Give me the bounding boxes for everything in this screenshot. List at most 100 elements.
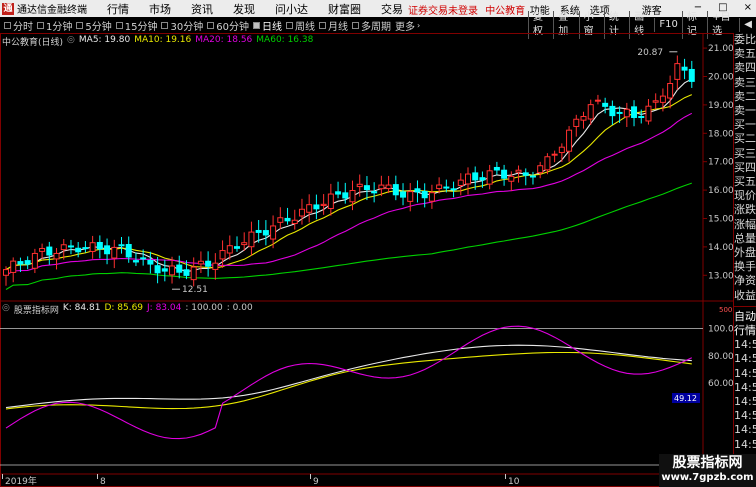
- side-tab[interactable]: 行情: [734, 324, 756, 338]
- period-label: 更多: [394, 21, 415, 33]
- tick-time: 14:50: [734, 338, 756, 352]
- candle-body: [111, 246, 118, 259]
- period-more[interactable]: 更多 ›: [395, 18, 420, 33]
- collapse-button[interactable]: ◀: [739, 18, 756, 32]
- period-weekly[interactable]: 周线: [285, 18, 315, 33]
- tick-time: 14:50: [734, 395, 756, 409]
- f10-button[interactable]: F10: [654, 18, 681, 32]
- candle-body: [378, 184, 385, 190]
- candle-body: [573, 118, 580, 127]
- tick-time: 14:50: [734, 437, 756, 451]
- candle-body: [594, 99, 601, 102]
- price-panel-header: 中公教育(日线) ◎ MA5: 19.80 MA10: 19.16 MA20: …: [2, 35, 313, 48]
- period-daily[interactable]: 日线: [252, 18, 282, 33]
- settings-icon[interactable]: ◎: [2, 303, 10, 316]
- menu-quotes[interactable]: 行情: [107, 1, 129, 17]
- candle-body: [39, 247, 46, 252]
- side-label: 净资: [734, 274, 756, 288]
- candle-body: [342, 192, 349, 199]
- candle-body: [537, 165, 544, 174]
- candle-body: [674, 63, 681, 80]
- candle-body: [616, 111, 623, 114]
- candle-body: [60, 244, 67, 251]
- candle-body: [551, 153, 558, 156]
- side-tab[interactable]: 自动: [734, 310, 756, 324]
- kline-chart[interactable]: 21.00 20.00 19.00 18.00 17.00 16.00 15.00 14.00…: [0, 33, 734, 487]
- candle-body: [479, 177, 486, 181]
- side-label: 卖五: [734, 47, 756, 61]
- candlesticks: [3, 55, 695, 287]
- side-label: 买三: [734, 146, 756, 160]
- candle-body: [183, 269, 190, 276]
- period-monthly[interactable]: 月线: [318, 18, 348, 33]
- watermark-logo: 股票指标网 www.7gpzb.com: [659, 454, 756, 487]
- d-line: [5, 351, 692, 410]
- stock-label[interactable]: 中公教育(日线): [2, 35, 63, 48]
- side-label: 收益: [734, 288, 756, 302]
- side-label: 卖三: [734, 75, 756, 89]
- candle-body: [226, 245, 233, 254]
- candle-body: [652, 100, 659, 103]
- candle-body: [17, 261, 24, 265]
- side-label: 外盘: [734, 246, 756, 260]
- candle-body: [53, 252, 60, 260]
- order-book-labels: 委比 卖五 卖四 卖三 卖二 卖一 买一 买二 买三 买四 买五 现价 涨跌 涨幅 总量 外盘 换手 净资 收益: [734, 33, 756, 303]
- period-5min[interactable]: 5分钟: [76, 18, 112, 33]
- y-tick-label: 18.00: [708, 129, 734, 139]
- app-title: 通达信金融终端: [17, 5, 87, 16]
- candle-body: [118, 244, 125, 247]
- period-multi[interactable]: 多周期: [351, 18, 391, 33]
- upper-line-label: : 100.00: [185, 303, 223, 313]
- menu-news[interactable]: 资讯: [191, 1, 213, 17]
- quote-side-panel: 委比 卖五 卖四 卖三 卖二 卖一 买一 买二 买三 买四 买五 现价 涨跌 涨幅 总量 外盘 换手 净资 收益 自…: [734, 33, 756, 487]
- menu-trade[interactable]: 交易: [381, 1, 403, 17]
- candle-body: [306, 204, 313, 213]
- y-tick-label: 21.00: [708, 44, 734, 54]
- ma5-label: MA5: 19.80: [78, 35, 131, 45]
- candle-body: [82, 247, 89, 250]
- candle-body: [566, 129, 573, 152]
- candle-body: [75, 247, 82, 253]
- menu-discover[interactable]: 发现: [233, 1, 255, 17]
- app-logo-icon: 通: [2, 2, 14, 15]
- login-status[interactable]: 证券交易未登录 中公教育: [408, 2, 525, 17]
- candle-body: [241, 242, 248, 246]
- candle-body: [298, 208, 305, 217]
- panel-divider: [734, 305, 756, 307]
- candle-body: [132, 260, 139, 263]
- period-60min[interactable]: 60分钟: [207, 18, 249, 33]
- candle-body: [161, 268, 168, 272]
- period-15min[interactable]: 15分钟: [115, 18, 157, 33]
- period-label: 月线: [327, 21, 348, 33]
- info-icon[interactable]: ◎: [67, 35, 75, 48]
- side-label: 卖四: [734, 61, 756, 75]
- y-tick-label: 16.00: [708, 186, 734, 196]
- checkbox-icon: [161, 21, 169, 29]
- j-line: [5, 325, 693, 440]
- candle-body: [349, 190, 356, 203]
- candle-body: [529, 175, 536, 178]
- candle-body: [544, 156, 551, 171]
- period-1min[interactable]: 1分钟: [37, 18, 72, 33]
- candle-body: [450, 188, 457, 191]
- checkbox-icon: [252, 21, 260, 29]
- candle-body: [169, 265, 176, 276]
- candle-body: [3, 269, 9, 276]
- candle-body: [493, 166, 500, 171]
- period-30min[interactable]: 30分钟: [161, 18, 203, 33]
- menu-ask[interactable]: 问小达: [275, 1, 308, 17]
- period-label: 周线: [294, 21, 315, 33]
- kdj-tick-label: 100.00: [708, 325, 734, 335]
- toolbar-right: 复权 叠加 小窗 统计 画线 F10 标记 +自选 ◀: [528, 11, 756, 39]
- candle-body: [407, 191, 414, 202]
- candle-body: [219, 250, 226, 260]
- indicator-name[interactable]: 股票指标网: [14, 303, 59, 316]
- period-timeshare[interactable]: 分时: [4, 18, 33, 33]
- tick-time: 14:50: [734, 380, 756, 394]
- checkbox-icon: [115, 21, 123, 29]
- candle-body: [501, 169, 508, 179]
- close-button[interactable]: ×: [744, 2, 752, 17]
- menu-wealth[interactable]: 财富圈: [328, 1, 361, 17]
- menu-market[interactable]: 市场: [149, 1, 171, 17]
- candle-body: [234, 246, 240, 249]
